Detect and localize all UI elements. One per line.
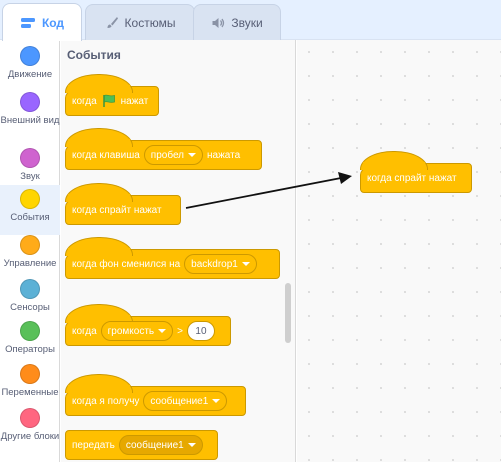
category-label: События (10, 212, 50, 223)
when-i-receive-block[interactable]: когда я получу сообщение1 (65, 374, 246, 416)
speaker-icon (212, 18, 225, 28)
block-palette: События когда нажат когда клавиша пробел… (61, 40, 296, 462)
looks-category-icon (20, 92, 40, 112)
tab-costumes[interactable]: Костюмы (85, 4, 195, 41)
script-area[interactable]: когда спрайт нажат (297, 40, 501, 462)
tab-sounds-label: Звуки (231, 16, 263, 30)
tab-sounds[interactable]: Звуки (193, 4, 281, 41)
chevron-down-icon (188, 153, 197, 157)
script-when-sprite-clicked-block[interactable]: когда спрайт нажат (360, 151, 472, 193)
block-text: передать (72, 439, 115, 451)
operators-category-icon (20, 321, 40, 341)
category-label: Движение (7, 69, 53, 80)
broadcast-dropdown-value: сообщение1 (125, 439, 184, 451)
category-label: Другие блоки (0, 431, 60, 442)
chevron-down-icon (187, 443, 196, 447)
backdrop-dropdown[interactable]: backdrop1 (184, 254, 257, 274)
category-label: Звук (20, 171, 40, 182)
block-text: когда (72, 325, 97, 337)
when-backdrop-switches-block[interactable]: когда фон сменился на backdrop1 (65, 237, 280, 279)
block-text: нажат (120, 95, 149, 107)
chevron-down-icon (158, 329, 167, 333)
sensing-category-icon (20, 279, 40, 299)
when-greater-than-block[interactable]: когда громкость > 10 (65, 304, 231, 346)
my-blocks-category-icon (20, 408, 40, 428)
tab-code[interactable]: Код (2, 3, 82, 41)
key-dropdown-value: пробел (150, 149, 185, 161)
code-blocks-icon (20, 17, 35, 28)
message-dropdown[interactable]: сообщение1 (143, 391, 228, 411)
key-dropdown[interactable]: пробел (143, 145, 204, 165)
tab-code-label: Код (41, 15, 65, 30)
events-category-icon (20, 189, 40, 209)
control-category-icon (20, 235, 40, 255)
chevron-down-icon (212, 399, 221, 403)
block-text: когда (72, 95, 97, 107)
category-label: Управление (3, 258, 57, 269)
threshold-input[interactable]: 10 (186, 321, 215, 341)
green-flag-icon (102, 94, 115, 107)
category-menu: Движение Внешний вид Звук События Управл… (0, 40, 60, 462)
palette-scrollbar[interactable] (285, 283, 291, 343)
sensor-dropdown[interactable]: громкость (100, 321, 174, 341)
broadcast-block[interactable]: передать сообщение1 (65, 430, 218, 460)
when-flag-clicked-block[interactable]: когда нажат (65, 74, 159, 116)
category-label: Внешний вид (0, 115, 60, 126)
category-label: Переменные (1, 387, 59, 398)
backdrop-dropdown-value: backdrop1 (191, 258, 238, 270)
category-looks[interactable]: Внешний вид (0, 88, 60, 146)
broadcast-message-dropdown[interactable]: сообщение1 (118, 435, 203, 455)
palette-section-title: События (67, 48, 121, 62)
block-text: когда клавиша (72, 149, 140, 161)
block-text: когда я получу (72, 395, 140, 407)
when-sprite-clicked-block[interactable]: когда спрайт нажат (65, 183, 181, 225)
editor-tabbar: Костюмы Звуки Код (0, 0, 501, 41)
message-dropdown-value: сообщение1 (150, 395, 209, 407)
when-key-pressed-block[interactable]: когда клавиша пробел нажата (65, 128, 262, 170)
brush-icon (107, 17, 118, 28)
category-my-blocks[interactable]: Другие блоки (0, 404, 60, 462)
chevron-down-icon (241, 262, 250, 266)
category-label: Сенсоры (10, 302, 50, 313)
tab-costumes-label: Костюмы (124, 16, 176, 30)
motion-category-icon (20, 46, 40, 66)
sound-category-icon (20, 148, 40, 168)
sensor-dropdown-value: громкость (107, 325, 155, 337)
block-text: когда фон сменился на (72, 258, 181, 270)
block-text: когда спрайт нажат (367, 172, 457, 184)
block-text: когда спрайт нажат (72, 204, 162, 216)
category-events[interactable]: События (0, 185, 60, 235)
category-label: Операторы (5, 344, 55, 355)
block-text: нажата (207, 149, 241, 161)
variables-category-icon (20, 364, 40, 384)
operator-text: > (177, 325, 183, 337)
